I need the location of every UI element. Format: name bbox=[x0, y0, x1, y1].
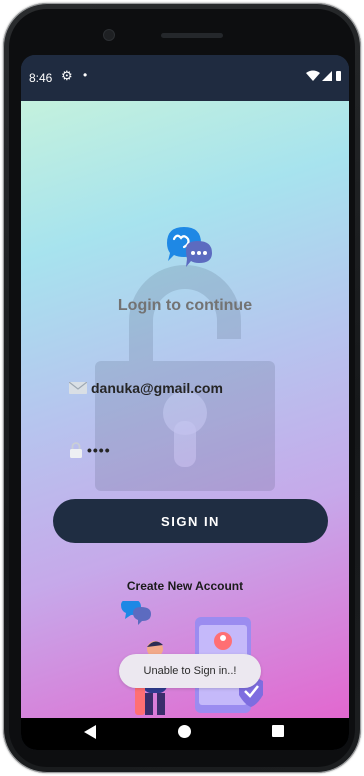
email-value[interactable]: danuka@gmail.com bbox=[91, 380, 223, 396]
password-field[interactable]: •••• bbox=[69, 439, 111, 461]
lock-icon bbox=[70, 442, 82, 458]
earpiece-speaker bbox=[161, 33, 223, 38]
gear-icon: ⚙ bbox=[61, 68, 73, 83]
phone-frame: 8:46 ⚙ • Login to continue danuka@gmail.… bbox=[3, 3, 361, 773]
front-camera bbox=[103, 29, 115, 41]
email-field[interactable]: danuka@gmail.com bbox=[69, 377, 223, 399]
password-value[interactable]: •••• bbox=[87, 442, 111, 458]
chat-bubbles-logo bbox=[167, 227, 212, 267]
home-circle-icon[interactable] bbox=[178, 725, 191, 738]
status-time: 8:46 bbox=[29, 71, 53, 85]
login-screen: Login to continue danuka@gmail.com •••• … bbox=[21, 101, 349, 718]
phone-screen: 8:46 ⚙ • Login to continue danuka@gmail.… bbox=[21, 55, 349, 750]
signal-icon bbox=[322, 71, 332, 81]
toast-message: Unable to Sign in..! bbox=[119, 654, 261, 688]
sign-in-button[interactable]: SIGN IN bbox=[53, 499, 328, 543]
navigation-bar bbox=[21, 718, 349, 750]
back-triangle-icon[interactable] bbox=[83, 724, 97, 740]
status-icons bbox=[306, 70, 341, 81]
recents-square-icon[interactable] bbox=[272, 725, 284, 737]
battery-icon bbox=[336, 71, 341, 81]
wifi-icon bbox=[306, 70, 320, 81]
page-title: Login to continue bbox=[117, 297, 253, 314]
open-padlock-icon bbox=[95, 265, 275, 491]
status-bar: 8:46 ⚙ • bbox=[21, 55, 349, 101]
create-account-link[interactable]: Create New Account bbox=[21, 579, 349, 593]
notification-dot: • bbox=[83, 68, 88, 82]
envelope-icon bbox=[69, 382, 87, 394]
